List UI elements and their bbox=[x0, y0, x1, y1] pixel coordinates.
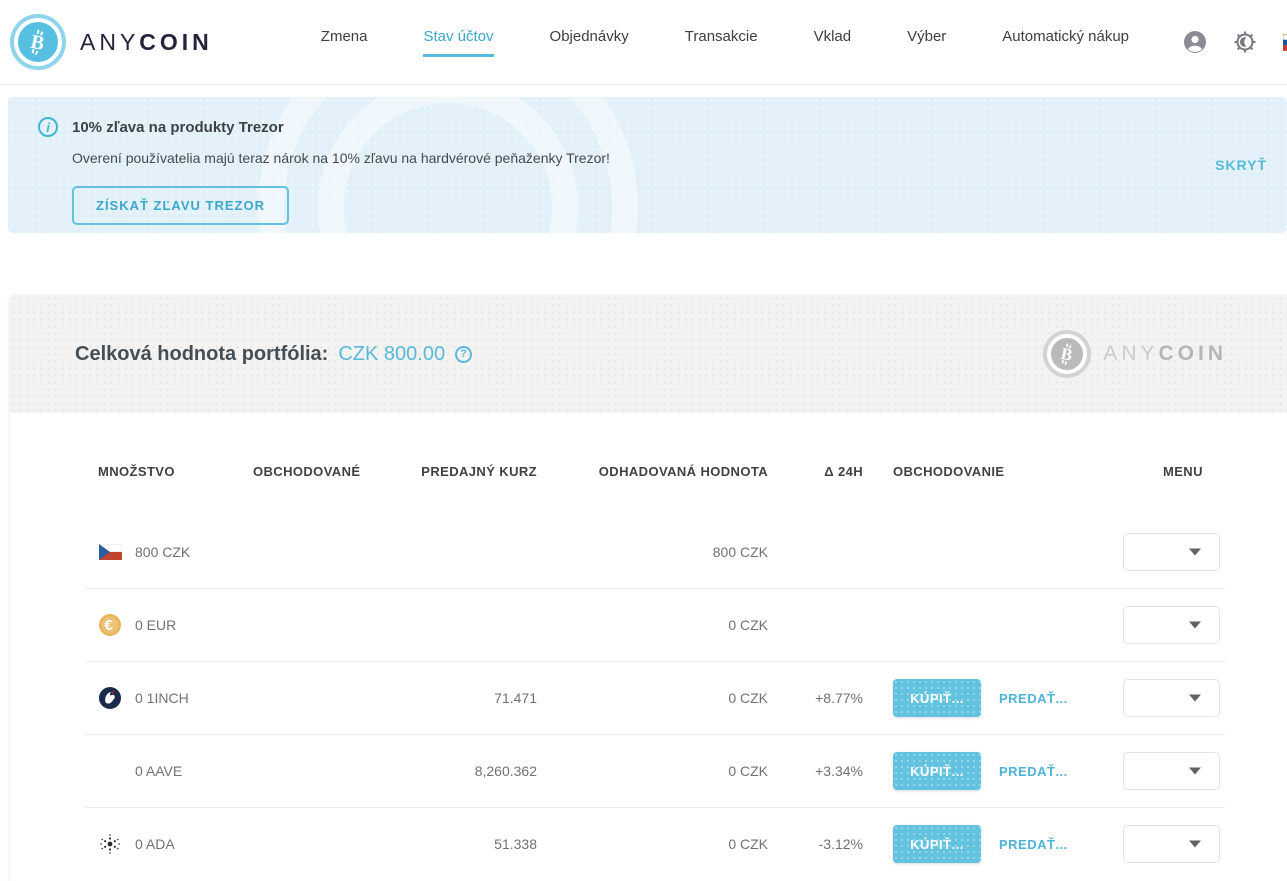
col-sell-rate: PREDAJNÝ KURZ bbox=[410, 464, 537, 479]
banner-subtitle: Overení používatelia majú teraz nárok na… bbox=[72, 150, 1257, 166]
sell-rate-value: 51.338 bbox=[410, 836, 537, 852]
nav-item-vyber[interactable]: Výber bbox=[907, 28, 946, 57]
bitcoin-coin-gray-icon: B bbox=[1047, 334, 1087, 374]
promo-banner: i 10% zľava na produkty Trezor Overení p… bbox=[8, 97, 1287, 233]
chevron-down-icon bbox=[1189, 548, 1201, 555]
asset-amount: 0 1INCH bbox=[135, 690, 189, 706]
chevron-down-icon bbox=[1189, 768, 1201, 775]
trade-actions: KÚPIŤ... PREDAŤ... bbox=[863, 679, 1120, 717]
portfolio-total-label: Celková hodnota portfólia: bbox=[75, 343, 328, 366]
top-navigation-bar: B ANYCOIN Zmena Stav účtov Objednávky Trans… bbox=[0, 0, 1287, 85]
main-nav: Zmena Stav účtov Objednávky Transakcie Vklad… bbox=[321, 28, 1129, 57]
help-icon[interactable]: ? bbox=[455, 346, 472, 363]
language-flag-sk-icon[interactable] bbox=[1283, 30, 1287, 54]
accounts-table: MNOŽSTVO OBCHODOVANÉ PREDAJNÝ KURZ ODHAD… bbox=[10, 413, 1287, 880]
svg-text:€: € bbox=[105, 617, 114, 634]
asset-amount: 800 CZK bbox=[135, 544, 190, 560]
anycoin-watermark-logo: B ANYCOIN bbox=[1047, 334, 1227, 374]
nav-item-label: Transakcie bbox=[685, 28, 758, 57]
sell-rate-value: 8,260.362 bbox=[410, 763, 537, 779]
cardano-icon bbox=[98, 832, 122, 856]
delta-24h-value: +8.77% bbox=[768, 690, 863, 706]
table-row-1inch: € A bbox=[85, 661, 1225, 734]
table-row-eur: € A bbox=[85, 588, 1225, 661]
brand-wordmark: ANYCOIN bbox=[80, 29, 213, 56]
chevron-down-icon bbox=[1189, 622, 1201, 629]
buy-button[interactable]: KÚPIŤ... bbox=[893, 752, 981, 790]
asset-cell: € A bbox=[85, 686, 253, 710]
estimated-value: 800 CZK bbox=[537, 544, 768, 560]
nav-item-label: Vklad bbox=[814, 28, 852, 57]
brand-wordmark-gray: ANYCOIN bbox=[1103, 342, 1227, 366]
header-icons bbox=[1183, 30, 1287, 54]
euro-coin-icon: € bbox=[98, 613, 122, 637]
nav-item-automaticky-nakup[interactable]: Automatický nákup bbox=[1002, 28, 1129, 57]
row-menu-dropdown[interactable] bbox=[1123, 533, 1220, 571]
asset-amount: 0 AAVE bbox=[135, 763, 182, 779]
sell-button[interactable]: PREDAŤ... bbox=[999, 764, 1068, 779]
asset-cell: € A bbox=[85, 759, 253, 783]
nav-item-label: Výber bbox=[907, 28, 946, 57]
col-traded: OBCHODOVANÉ bbox=[253, 464, 410, 479]
asset-cell: € A bbox=[85, 540, 253, 564]
nav-item-transakcie[interactable]: Transakcie bbox=[685, 28, 758, 57]
asset-amount: 0 EUR bbox=[135, 617, 176, 633]
sell-button[interactable]: PREDAŤ... bbox=[999, 837, 1068, 852]
aave-icon: A bbox=[98, 759, 122, 783]
row-menu-dropdown[interactable] bbox=[1123, 752, 1220, 790]
nav-item-label: Stav účtov bbox=[423, 28, 493, 57]
czech-flag-icon bbox=[98, 540, 122, 564]
asset-cell: € A bbox=[85, 832, 253, 856]
estimated-value: 0 CZK bbox=[537, 763, 768, 779]
trade-actions: KÚPIŤ... PREDAŤ... bbox=[863, 752, 1120, 790]
portfolio-card: Celková hodnota portfólia: CZK 800.00 ? … bbox=[10, 295, 1287, 881]
table-header-row: MNOŽSTVO OBCHODOVANÉ PREDAJNÝ KURZ ODHAD… bbox=[85, 413, 1225, 515]
sell-button[interactable]: PREDAŤ... bbox=[999, 691, 1068, 706]
table-row-ada: € A bbox=[85, 807, 1225, 880]
trade-actions: KÚPIŤ... PREDAŤ... bbox=[863, 825, 1120, 863]
info-icon: i bbox=[38, 117, 58, 137]
anycoin-logo[interactable]: B ANYCOIN bbox=[14, 18, 213, 66]
nav-item-zmena[interactable]: Zmena bbox=[321, 28, 368, 57]
nav-item-label: Zmena bbox=[321, 28, 368, 57]
col-estimated-value: ODHADOVANÁ HODNOTA bbox=[537, 464, 768, 479]
row-menu-dropdown[interactable] bbox=[1123, 606, 1220, 644]
buy-button[interactable]: KÚPIŤ... bbox=[893, 825, 981, 863]
svg-text:A: A bbox=[106, 764, 116, 779]
hide-banner-link[interactable]: SKRYŤ bbox=[1215, 157, 1267, 173]
table-row-czk: € A bbox=[85, 515, 1225, 588]
nav-item-label: Objednávky bbox=[550, 28, 629, 57]
row-menu-dropdown[interactable] bbox=[1123, 825, 1220, 863]
theme-toggle-icon[interactable] bbox=[1233, 30, 1257, 54]
portfolio-summary-band: Celková hodnota portfólia: CZK 800.00 ? … bbox=[10, 295, 1287, 413]
1inch-icon bbox=[98, 686, 122, 710]
user-account-icon[interactable] bbox=[1183, 30, 1207, 54]
banner-title: 10% zľava na produkty Trezor bbox=[72, 119, 284, 136]
asset-amount: 0 ADA bbox=[135, 836, 175, 852]
row-menu-dropdown[interactable] bbox=[1123, 679, 1220, 717]
chevron-down-icon bbox=[1189, 695, 1201, 702]
nav-item-label: Automatický nákup bbox=[1002, 28, 1129, 57]
buy-button[interactable]: KÚPIŤ... bbox=[893, 679, 981, 717]
delta-24h-value: +3.34% bbox=[768, 763, 863, 779]
col-delta-24h: Δ 24H bbox=[768, 464, 863, 479]
sell-rate-value: 71.471 bbox=[410, 690, 537, 706]
asset-cell: € A bbox=[85, 613, 253, 637]
portfolio-total-value: CZK 800.00 bbox=[338, 343, 445, 366]
col-menu: MENU bbox=[1120, 464, 1235, 479]
table-row-aave: € A bbox=[85, 734, 1225, 807]
estimated-value: 0 CZK bbox=[537, 617, 768, 633]
col-amount: MNOŽSTVO bbox=[85, 464, 253, 479]
estimated-value: 0 CZK bbox=[537, 836, 768, 852]
nav-item-stav-uctov[interactable]: Stav účtov bbox=[423, 28, 493, 57]
nav-item-vklad[interactable]: Vklad bbox=[814, 28, 852, 57]
delta-24h-value: -3.12% bbox=[768, 836, 863, 852]
estimated-value: 0 CZK bbox=[537, 690, 768, 706]
col-trading: OBCHODOVANIE bbox=[863, 464, 1120, 479]
bitcoin-coin-icon: B bbox=[14, 18, 62, 66]
chevron-down-icon bbox=[1189, 841, 1201, 848]
nav-item-objednavky[interactable]: Objednávky bbox=[550, 28, 629, 57]
get-trezor-discount-button[interactable]: ZÍSKAŤ ZĽAVU TREZOR bbox=[72, 186, 289, 225]
